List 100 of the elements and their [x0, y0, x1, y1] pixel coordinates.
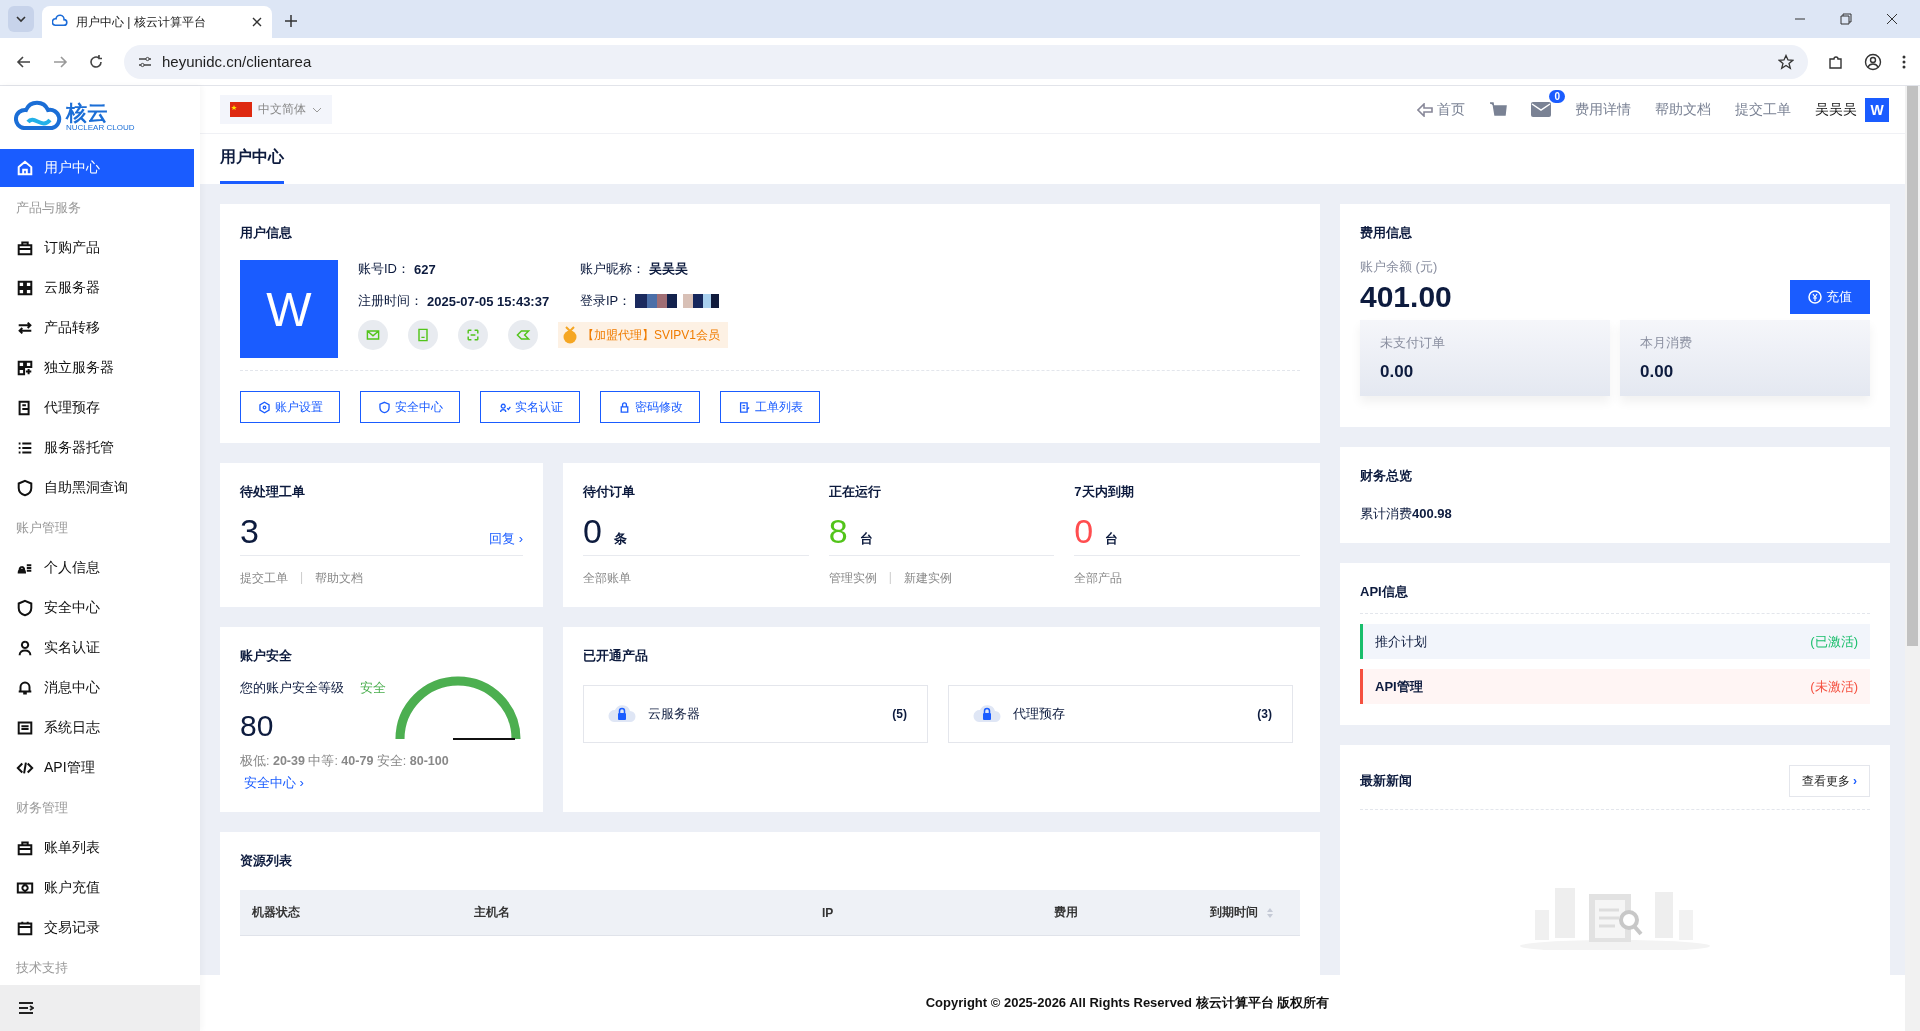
- outline-button[interactable]: 工单列表: [720, 391, 820, 423]
- card-link[interactable]: 提交工单: [240, 570, 288, 587]
- button-icon: [257, 400, 271, 414]
- sidebar-item[interactable]: 账户充值: [0, 868, 200, 908]
- new-tab-icon[interactable]: [284, 14, 298, 28]
- outline-button[interactable]: 安全中心: [360, 391, 460, 423]
- column-header: 费用: [1053, 904, 1079, 921]
- bookmark-star-icon[interactable]: [1778, 53, 1794, 70]
- sidebar-item[interactable]: 服务器托管: [0, 428, 200, 468]
- sidebar-item[interactable]: 独立服务器: [0, 348, 200, 388]
- user-name[interactable]: 吴吴吴: [1815, 100, 1857, 119]
- forward-icon[interactable]: [52, 53, 68, 70]
- stat-unit: 台: [1105, 530, 1119, 548]
- menu-icon: [16, 159, 34, 177]
- stat-title: 正在运行: [828, 483, 882, 501]
- medal-icon: [562, 326, 578, 344]
- card-link[interactable]: 新建实例: [903, 570, 952, 587]
- sidebar-item[interactable]: 自助黑洞查询: [0, 468, 200, 508]
- card-title: 待处理工单: [240, 483, 306, 501]
- card-title: API信息: [1360, 583, 1409, 602]
- stat-unit: 条: [613, 530, 627, 548]
- sidebar-item[interactable]: 订购产品: [0, 228, 200, 268]
- field-label: 账户昵称：: [580, 260, 645, 278]
- field-label: 注册时间：: [358, 292, 423, 310]
- browser-tab[interactable]: 用户中心 | 核云计算平台: [42, 6, 272, 38]
- logo-text: 核云: [66, 102, 109, 123]
- restore-icon[interactable]: [1840, 13, 1852, 25]
- chevron-down-icon: [312, 106, 322, 113]
- card-title: 资源列表: [240, 852, 293, 870]
- link-separator: |: [888, 570, 892, 586]
- button-icon: [377, 400, 391, 414]
- security-legend: 极低: 20-39 中等: 40-79 安全: 80-100: [240, 753, 523, 770]
- card-title: 最新新闻: [1360, 772, 1412, 790]
- security-score: 80: [240, 709, 275, 743]
- column-header[interactable]: 到期时间: [1198, 890, 1300, 935]
- column-header: 主机名: [473, 904, 511, 921]
- sidebar-item[interactable]: 个人信息: [0, 548, 200, 588]
- view-more-button[interactable]: 查看更多 ›: [1788, 765, 1870, 797]
- outline-button[interactable]: 实名认证: [480, 391, 580, 423]
- member-badge: 【加盟代理】SVIPV1会员: [558, 322, 729, 348]
- site-settings-icon[interactable]: [138, 54, 152, 69]
- sidebar-item[interactable]: API管理: [0, 748, 200, 788]
- back-icon[interactable]: [16, 53, 32, 70]
- outline-button[interactable]: 账户设置: [240, 391, 340, 423]
- sidebar-item[interactable]: 交易记录: [0, 908, 200, 948]
- sidebar-item[interactable]: 账单列表: [0, 828, 200, 868]
- product-tile[interactable]: 云服务器 (5): [583, 685, 928, 743]
- card-link[interactable]: 全部产品: [1074, 570, 1123, 587]
- security-center-link[interactable]: 安全中心 ›: [244, 774, 304, 792]
- menu-icon: [16, 479, 34, 497]
- sidebar-item[interactable]: 产品转移: [0, 308, 200, 348]
- product-tile[interactable]: 代理预存 (3): [948, 685, 1293, 743]
- sidebar-item[interactable]: 安全中心: [0, 588, 200, 628]
- profile-icon[interactable]: [1864, 52, 1882, 71]
- security-grade: 安全: [360, 679, 386, 697]
- outline-button[interactable]: 密码修改: [600, 391, 700, 423]
- tab-title: 用户中心 | 核云计算平台: [76, 13, 207, 31]
- user-avatar[interactable]: W: [1865, 97, 1889, 122]
- menu-icon: [16, 839, 34, 857]
- api-row[interactable]: 推介计划 (已激活): [1360, 624, 1870, 660]
- menu-group-label: 技术支持: [15, 959, 69, 977]
- card-title: 用户信息: [240, 224, 293, 242]
- stat-title: 7天内到期: [1074, 483, 1135, 501]
- card-title: 费用信息: [1360, 224, 1413, 242]
- more-options-icon[interactable]: [1902, 53, 1906, 70]
- sidebar-item[interactable]: 云服务器: [0, 268, 200, 308]
- api-row[interactable]: API管理 (未激活): [1360, 669, 1870, 705]
- stat-unit: 台: [859, 530, 873, 548]
- column-header: 机器状态: [251, 904, 301, 921]
- sidebar-item[interactable]: 用户中心: [0, 149, 194, 187]
- scrollbar-thumb[interactable]: [1907, 86, 1918, 646]
- close-icon[interactable]: [252, 17, 262, 27]
- sidebar-item[interactable]: 实名认证: [0, 628, 200, 668]
- button-icon: [737, 400, 751, 414]
- menu-group-label: 产品与服务: [15, 199, 82, 217]
- nav-link[interactable]: 费用详情: [1575, 100, 1631, 119]
- card-link[interactable]: 全部账单: [583, 570, 631, 587]
- sidebar-item[interactable]: 消息中心: [0, 668, 200, 708]
- stat-value: 0: [1074, 511, 1094, 551]
- nav-link[interactable]: 帮助文档: [1655, 100, 1711, 119]
- cart-icon[interactable]: [1489, 100, 1507, 119]
- stat-value: 8: [828, 511, 848, 551]
- card-link[interactable]: 帮助文档: [315, 570, 364, 587]
- nav-link[interactable]: 提交工单: [1735, 100, 1791, 119]
- reply-link[interactable]: 回复 ›: [489, 530, 523, 548]
- field-value: 627: [414, 261, 436, 277]
- address-field[interactable]: heyunidc.cn/clientarea: [124, 44, 1808, 79]
- extensions-icon[interactable]: [1828, 53, 1844, 70]
- sidebar-item[interactable]: 代理预存: [0, 388, 200, 428]
- recharge-button[interactable]: 充值: [1790, 280, 1870, 314]
- sidebar-item[interactable]: 系统日志: [0, 708, 200, 748]
- fee-tile: 本月消费 0.00: [1620, 320, 1870, 396]
- collapse-menu-icon[interactable]: [18, 1001, 34, 1015]
- card-link[interactable]: 管理实例: [828, 570, 877, 587]
- reload-icon[interactable]: [88, 53, 104, 70]
- close-icon[interactable]: [1886, 13, 1898, 25]
- tab-list-button[interactable]: [8, 6, 34, 32]
- mail-icon[interactable]: [1531, 102, 1551, 117]
- home-link[interactable]: 首页: [1417, 100, 1465, 119]
- arrow-left-icon: [1417, 102, 1433, 117]
